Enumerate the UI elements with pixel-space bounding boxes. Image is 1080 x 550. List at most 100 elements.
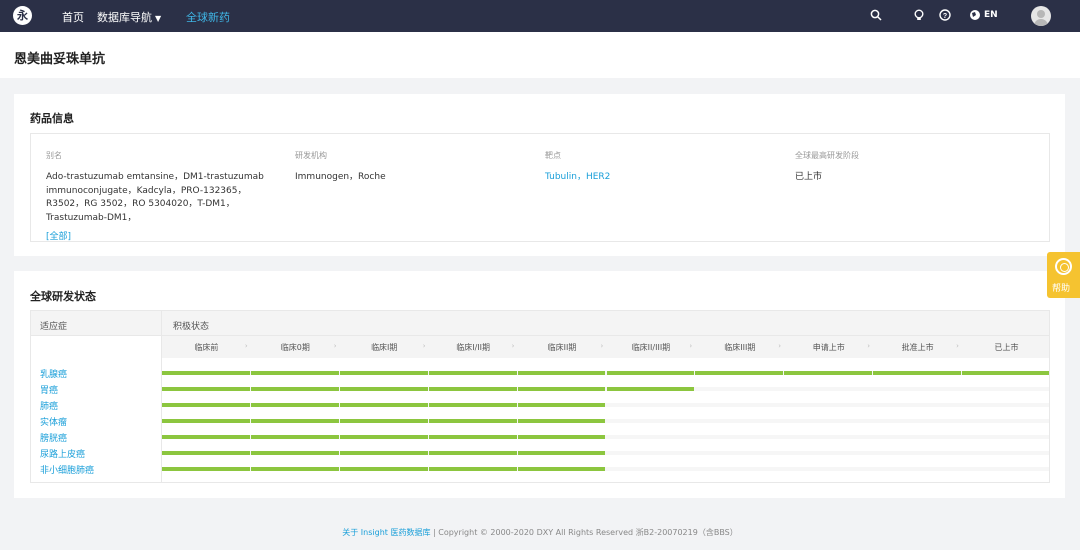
progress-segment [339, 419, 428, 423]
footer-about-link[interactable]: 关于 Insight 医药数据库 [342, 528, 430, 537]
progress-segment [517, 435, 606, 439]
drug-info-box: 别名 Ado-trastuzumab emtansine，DM1-trastuz… [30, 133, 1050, 242]
progress-segment [250, 451, 339, 455]
progress-track [162, 371, 1049, 375]
progress-segment [517, 387, 606, 391]
logo[interactable]: 永 [13, 6, 32, 25]
indication-link[interactable]: 非小细胞肺癌 [40, 463, 94, 476]
progress-segment [250, 387, 339, 391]
page-title: 恩美曲妥珠单抗 [14, 52, 106, 67]
progress-segment [339, 371, 428, 375]
svg-text:?: ? [943, 13, 947, 20]
progress-segment [162, 403, 250, 407]
phase-header: 批准上市 [901, 343, 934, 352]
nav-database-menu[interactable]: 数据库导航 ▼ [97, 9, 161, 25]
progress-segment [606, 387, 695, 391]
progress-segment [250, 467, 339, 471]
progress-track [162, 403, 1049, 407]
progress-segment [339, 435, 428, 439]
progress-segment [428, 419, 517, 423]
progress-segment [962, 371, 1049, 375]
nav-database-label: 数据库导航 [97, 11, 152, 24]
avatar[interactable] [1031, 6, 1051, 26]
progress-segment [339, 403, 428, 407]
chevron-right-icon: › [867, 342, 870, 350]
help-circle-icon[interactable]: ? [938, 9, 952, 23]
progress-segment [428, 371, 517, 375]
stage-field: 全球最高研发阶段 已上市 [795, 150, 859, 185]
chevron-right-icon: › [244, 342, 248, 350]
indication-column-header: 适应症 [40, 322, 68, 332]
target-field: 靶点 Tubulin，HER2 [545, 150, 610, 185]
indication-link[interactable]: 实体瘤 [40, 415, 67, 428]
status-table-header: 适应症 积极状态 [31, 311, 1049, 336]
progress-segment [606, 371, 695, 375]
chevron-right-icon: › [333, 342, 337, 350]
progress-segment [428, 451, 517, 455]
progress-segment [162, 467, 250, 471]
chevron-down-icon: ▼ [155, 14, 162, 23]
progress-track [162, 387, 1049, 391]
progress-segment [162, 435, 250, 439]
progress-track [162, 467, 1049, 471]
bulb-icon[interactable] [912, 9, 926, 23]
footer-copyright: | Copyright © 2000-2020 DXY All Rights R… [433, 528, 738, 537]
status-table: 适应症 积极状态 临床前 › 临床0期 › 临床I期 › 临床I/II期 › 临床II期 › 临床I… [30, 310, 1050, 483]
progress-track [162, 451, 1049, 455]
phase-header: 临床III期 [724, 343, 756, 352]
target-value[interactable]: Tubulin，HER2 [545, 171, 610, 185]
chevron-right-icon: › [511, 342, 515, 350]
indication-link[interactable]: 胃癌 [40, 383, 58, 396]
chevron-right-icon: › [778, 342, 782, 350]
indication-link[interactable]: 尿路上皮癌 [40, 447, 85, 460]
lifebuoy-icon [1055, 258, 1072, 275]
avatar-body [1034, 19, 1048, 26]
globe-icon[interactable] [968, 9, 982, 23]
progress-track [162, 419, 1049, 423]
global-status-card: 全球研发状态 适应症 积极状态 临床前 › 临床0期 › 临床I期 › 临床I/II期 › 临床… [14, 271, 1065, 498]
drug-info-card: 药品信息 别名 Ado-trastuzumab emtansine，DM1-tr… [14, 94, 1065, 256]
progress-segment [250, 435, 339, 439]
footer: 关于 Insight 医药数据库 | Copyright © 2000-2020… [0, 527, 1080, 538]
nav-global-new-drugs[interactable]: 全球新药 [186, 9, 230, 25]
page-title-bar: 恩美曲妥珠单抗 [0, 32, 1080, 78]
drug-info-title: 药品信息 [30, 112, 74, 125]
chevron-right-icon: › [600, 342, 604, 350]
phase-header: 临床前 [194, 343, 219, 352]
org-label: 研发机构 [295, 151, 327, 160]
progress-segment [162, 387, 250, 391]
phase-header: 临床II期 [547, 343, 577, 352]
progress-track [162, 435, 1049, 439]
avatar-head [1037, 10, 1045, 18]
phase-header: 临床II/III期 [631, 343, 671, 352]
chevron-right-icon: › [689, 342, 693, 350]
search-icon[interactable] [869, 9, 883, 23]
progress-segment [517, 419, 606, 423]
progress-segment [162, 371, 250, 375]
global-status-title: 全球研发状态 [30, 290, 96, 303]
help-label: 帮助 [1052, 284, 1071, 294]
phase-header: 已上市 [994, 343, 1019, 352]
language-switch[interactable]: EN [984, 10, 998, 20]
show-all-link[interactable]: [全部] [46, 229, 276, 242]
alias-label: 别名 [46, 151, 62, 160]
phase-header: 申请上市 [812, 343, 845, 352]
indication-link[interactable]: 乳腺癌 [40, 367, 67, 380]
nav-home[interactable]: 首页 [62, 9, 84, 25]
chevron-right-icon: › [956, 342, 959, 350]
progress-segment [339, 387, 428, 391]
progress-segment [162, 451, 250, 455]
phase-header-row: 临床前 › 临床0期 › 临床I期 › 临床I/II期 › 临床II期 › 临床II/III期 › 临床… [162, 336, 1049, 358]
progress-segment [784, 371, 873, 375]
indication-link[interactable]: 膀胱癌 [40, 431, 67, 444]
progress-segment [428, 467, 517, 471]
progress-segment [250, 371, 339, 375]
stage-label: 全球最高研发阶段 [795, 151, 859, 160]
progress-segment [517, 403, 606, 407]
progress-segment [428, 387, 517, 391]
progress-segment [162, 419, 250, 423]
org-value: Immunogen，Roche [295, 172, 386, 182]
help-button[interactable]: 帮助 [1047, 252, 1080, 298]
progress-segment [428, 435, 517, 439]
indication-link[interactable]: 肺癌 [40, 399, 58, 412]
